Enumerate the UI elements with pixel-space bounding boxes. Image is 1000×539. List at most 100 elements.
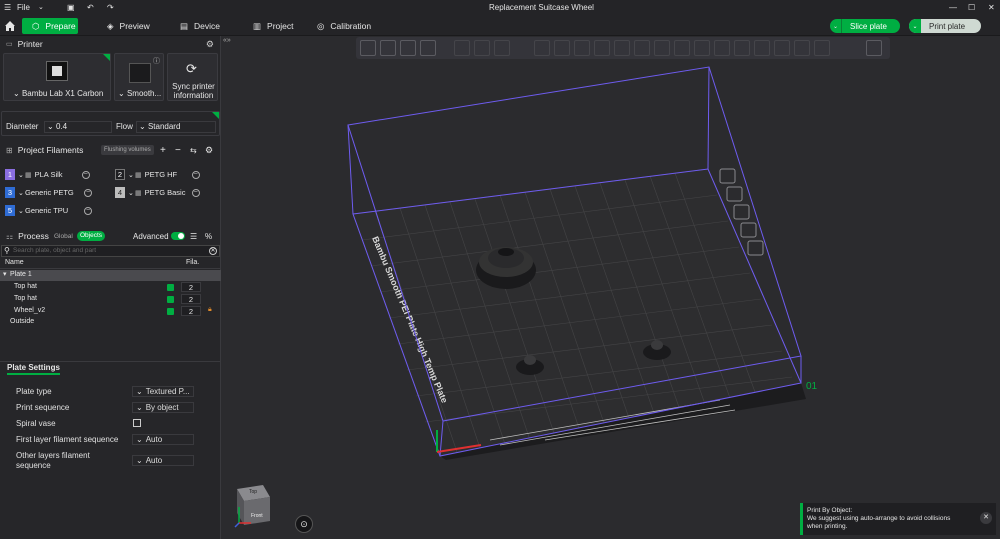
filament-row-4[interactable]: 4 ⌄ ▦ PETG Basic − — [115, 186, 200, 199]
add-plate-icon[interactable] — [380, 40, 396, 56]
sync-filament-icon[interactable]: ⇆ — [190, 146, 197, 155]
remove-filament-icon[interactable]: − — [191, 188, 200, 197]
seam-paint-icon[interactable] — [674, 40, 690, 56]
objects-toggle[interactable]: Objects — [77, 231, 106, 241]
remove-filament-icon[interactable]: − — [81, 170, 90, 179]
tab-prepare[interactable]: ⬡ Prepare — [22, 18, 78, 34]
chevron-down-icon[interactable]: ⌄ — [128, 171, 134, 179]
fuzzy-skin-icon[interactable] — [734, 40, 750, 56]
search-input[interactable]: Search plate, object and part — [13, 247, 96, 254]
add-icon[interactable]: + — [160, 145, 166, 156]
arrange-icon[interactable] — [420, 40, 436, 56]
filament-row-2[interactable]: 2 ⌄ ▦ PETG HF − — [115, 168, 200, 181]
close-notification-icon[interactable]: ✕ — [980, 512, 992, 524]
fit-view-icon[interactable]: ⊙ — [295, 515, 313, 533]
chevron-down-icon[interactable]: ⌄ — [909, 19, 921, 33]
file-menu[interactable]: File — [17, 3, 30, 12]
split-parts-icon[interactable] — [474, 40, 490, 56]
support-paint-icon[interactable] — [654, 40, 670, 56]
chevron-down-icon[interactable]: ⌄ — [18, 189, 24, 197]
advanced-switch[interactable] — [171, 232, 185, 240]
slice-plate-button[interactable]: ⌄ Slice plate — [830, 19, 900, 33]
remove-icon[interactable]: − — [175, 145, 181, 156]
object-visible-checkbox[interactable] — [167, 308, 174, 315]
sync-printer-button[interactable]: ⟳ Sync printer information — [167, 53, 218, 101]
view-cube[interactable]: Top Front — [233, 483, 273, 528]
object-row[interactable]: Top hat 2 — [0, 294, 221, 305]
tab-calibration[interactable]: ◎ Calibration — [317, 18, 371, 34]
spool-icon: ▦ — [25, 171, 32, 179]
home-icon[interactable] — [4, 18, 16, 34]
lay-on-face-icon[interactable] — [594, 40, 610, 56]
chevron-down-icon[interactable]: ⌄ — [38, 3, 44, 11]
plate-type-select[interactable]: ⌄ Textured P... — [132, 386, 194, 397]
color-paint-icon[interactable] — [714, 40, 730, 56]
lock-icon[interactable]: 🔒︎ — [208, 306, 212, 314]
chevron-down-icon[interactable]: ⌄ — [830, 19, 842, 33]
object-visible-checkbox[interactable] — [167, 284, 174, 291]
split-objects-icon[interactable] — [454, 40, 470, 56]
move-icon[interactable] — [534, 40, 550, 56]
clear-search-icon[interactable]: ✕ — [209, 247, 217, 255]
close-icon[interactable]: ✕ — [988, 3, 995, 12]
first-layer-sequence-select[interactable]: ⌄ Auto — [132, 434, 194, 445]
global-toggle[interactable]: Global — [54, 233, 73, 240]
gear-icon[interactable]: ⚙ — [205, 145, 213, 156]
filament-row-5[interactable]: 5 ⌄ Generic TPU − — [5, 204, 92, 217]
tab-preview[interactable]: ◈ Preview — [107, 18, 150, 34]
brim-ears-icon[interactable] — [794, 40, 810, 56]
plate-row[interactable]: ▾ Plate 1 — [0, 270, 221, 281]
chevron-down-icon[interactable]: ⌄ — [18, 207, 24, 215]
redo-icon[interactable]: ↷ — [107, 3, 114, 12]
printer-card[interactable]: ⌄ Bambu Lab X1 Carbon — [3, 53, 111, 101]
collapse-sidebar-icon[interactable]: «» — [223, 37, 231, 44]
object-search-bar[interactable]: ⚲ Search plate, object and part ✕ — [1, 245, 220, 257]
spiral-vase-checkbox[interactable] — [133, 419, 141, 427]
minimize-icon[interactable]: — — [949, 3, 957, 12]
orient-icon[interactable] — [400, 40, 416, 56]
view-options-icon[interactable] — [866, 40, 882, 56]
undo-icon[interactable]: ↶ — [87, 3, 94, 12]
cut-icon[interactable] — [614, 40, 630, 56]
scale-icon[interactable] — [574, 40, 590, 56]
plate-card[interactable]: ⓘ ⌄ Smooth... — [114, 53, 164, 101]
chevron-down-icon: ⌄ — [139, 122, 146, 131]
tab-project[interactable]: ▥ Project — [253, 18, 294, 34]
diameter-select[interactable]: ⌄ 0.4 — [44, 121, 112, 133]
plate-settings-tab[interactable]: Plate Settings — [7, 363, 60, 375]
other-layers-sequence-select[interactable]: ⌄ Auto — [132, 455, 194, 466]
chevron-down-icon[interactable]: ⌄ — [18, 171, 24, 179]
menu-icon[interactable]: ☰ — [4, 3, 11, 12]
remove-filament-icon[interactable]: − — [84, 188, 92, 197]
text-shape-icon[interactable] — [694, 40, 710, 56]
save-icon[interactable]: ▣ — [67, 3, 75, 12]
3d-scene[interactable]: Bambu Smooth PEI Plate High Temp Plate 0… — [222, 60, 1000, 539]
info-icon[interactable]: ⓘ — [153, 56, 160, 66]
object-row[interactable]: Top hat 2 — [0, 282, 221, 293]
object-row[interactable]: Wheel_v2 2 🔒︎ — [0, 306, 221, 317]
expand-icon[interactable]: ▾ — [3, 270, 7, 278]
print-plate-button[interactable]: ⌄ Print plate — [909, 19, 981, 33]
percent-icon[interactable]: % — [205, 232, 212, 241]
chevron-down-icon[interactable]: ⌄ — [128, 189, 134, 197]
emboss-icon[interactable] — [814, 40, 830, 56]
filament-row-1[interactable]: 1 ⌄ ▦ PLA Silk − — [5, 168, 90, 181]
list-icon[interactable]: ☰ — [190, 232, 197, 241]
mesh-boolean-icon[interactable] — [634, 40, 650, 56]
add-object-icon[interactable] — [360, 40, 376, 56]
outside-row[interactable]: Outside — [0, 318, 221, 329]
object-visible-checkbox[interactable] — [167, 296, 174, 303]
flow-select[interactable]: ⌄ Standard — [136, 121, 216, 133]
flushing-volumes-button[interactable]: Flushing volumes — [101, 145, 154, 155]
remove-filament-icon[interactable]: − — [191, 170, 200, 179]
gear-icon[interactable]: ⚙ — [206, 39, 214, 50]
tab-device[interactable]: ▤ Device — [180, 18, 220, 34]
filament-row-3[interactable]: 3 ⌄ Generic PETG − — [5, 186, 92, 199]
maximize-icon[interactable]: ☐ — [968, 3, 975, 12]
print-sequence-select[interactable]: ⌄ By object — [132, 402, 194, 413]
assembly-icon[interactable] — [774, 40, 790, 56]
rotate-icon[interactable] — [554, 40, 570, 56]
remove-filament-icon[interactable]: − — [84, 206, 92, 215]
layers-editing-icon[interactable] — [494, 40, 510, 56]
measure-icon[interactable] — [754, 40, 770, 56]
